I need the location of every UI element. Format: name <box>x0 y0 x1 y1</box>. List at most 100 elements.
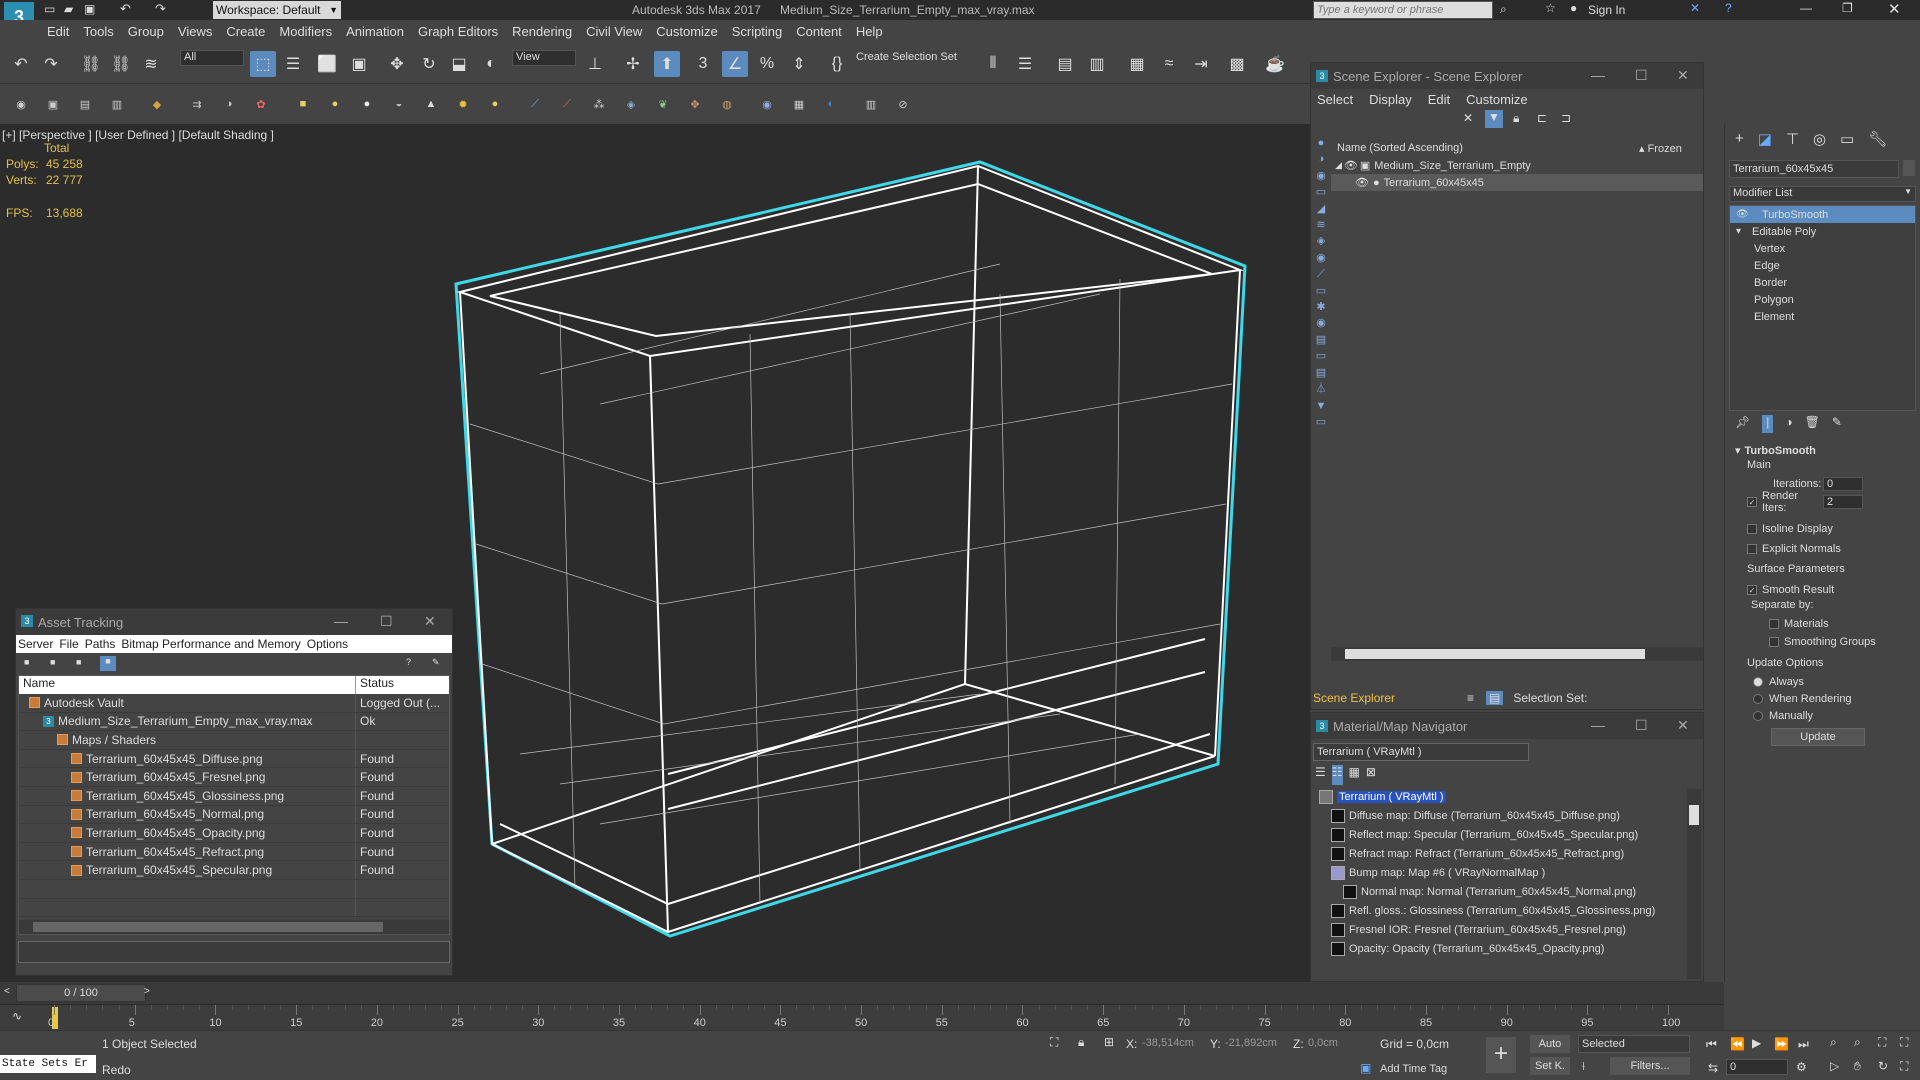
smooth-result-checkbox[interactable]: ✓ <box>1747 585 1757 595</box>
material-item[interactable]: Refract map: Refract (Terrarium_60x45x45… <box>1313 844 1701 863</box>
large-icons-view-icon[interactable]: ⊠ <box>1366 765 1376 785</box>
scrollbar-thumb[interactable] <box>1345 649 1645 659</box>
column-frozen-header[interactable]: ▴ Frozen <box>1639 142 1682 155</box>
modifier-item[interactable]: Element <box>1730 308 1915 325</box>
pivot-icon[interactable]: ⊥ <box>582 51 608 77</box>
percent-snap-icon[interactable]: % <box>754 51 780 77</box>
table-row[interactable]: Terrarium_60x45x45_Glossiness.png Found <box>19 786 449 806</box>
workspace-dropdown[interactable]: Workspace: Default ▼ <box>213 1 341 19</box>
minimize-button[interactable]: — <box>334 613 348 629</box>
menu-display[interactable]: Display <box>1369 92 1412 107</box>
light-icon[interactable]: ✹ <box>454 95 472 113</box>
table-row[interactable]: Maps / Shaders <box>19 731 449 750</box>
maximize-button[interactable]: ☐ <box>1635 67 1648 84</box>
isolate-icon[interactable]: ⛶ <box>1050 1035 1058 1050</box>
list-icons-view-icon[interactable]: ☷ <box>1331 765 1343 785</box>
always-radio[interactable] <box>1753 676 1763 687</box>
tool-icon-19[interactable]: ▥ <box>862 95 880 113</box>
set-key-big-button[interactable]: + <box>1486 1037 1516 1073</box>
horizontal-scrollbar[interactable] <box>1331 647 1703 661</box>
key-mode-toggle-icon[interactable]: ⇆ <box>1708 1061 1718 1075</box>
table-row[interactable]: Terrarium_60x45x45_Diffuse.png Found <box>19 749 449 769</box>
exchange-icon[interactable]: ✕ <box>1690 1 1700 15</box>
menu-help[interactable]: Help <box>849 20 890 43</box>
menu-edit[interactable]: Edit <box>40 20 76 43</box>
update-button[interactable]: Update <box>1771 728 1865 746</box>
refresh-icon[interactable]: ■ <box>76 657 81 667</box>
keyboard-shortcut-icon[interactable]: ⬆ <box>654 51 680 77</box>
pan-icon[interactable]: ✋︎ <box>1854 1059 1861 1074</box>
filter-icons-column[interactable]: ● ◑ ◉ ▭ ◢ ≋ ◈ ◉ ⟋ ▭ ✱ ◉ ▤ ▭ ▤ ⏃ ▼ ▭ <box>1311 135 1331 430</box>
menu-rendering[interactable]: Rendering <box>505 20 579 43</box>
when-rendering-radio[interactable] <box>1753 693 1763 704</box>
clear-filter-icon[interactable]: ✕ <box>1463 111 1473 125</box>
key-mode-icon[interactable]: ⟊ <box>1582 1059 1585 1074</box>
tool-icon-7[interactable]: ◑ <box>220 95 238 113</box>
utilities-tab-icon[interactable]: 🔧︎ <box>1868 130 1887 154</box>
tool-icon-17[interactable]: ▦ <box>790 95 808 113</box>
angle-snap-icon[interactable]: ∠ <box>722 51 748 77</box>
tool-icon-11[interactable]: ⁂ <box>590 95 608 113</box>
asset-tracking-titlebar[interactable]: 3 Asset Tracking — ☐ ✕ <box>16 609 452 635</box>
tool-icon-5[interactable]: ◆ <box>148 95 166 113</box>
tool-icon-12[interactable]: ◈ <box>622 95 640 113</box>
modifier-list-dropdown[interactable]: Modifier List ▼ <box>1729 186 1916 202</box>
move-icon[interactable]: ✥ <box>384 51 410 77</box>
tool-icon-13[interactable]: ❦ <box>654 95 672 113</box>
maximize-button[interactable]: ☐ <box>1635 717 1648 734</box>
render-iters-spinner[interactable]: 2 <box>1823 495 1863 509</box>
tool-icon-10[interactable]: ⟋ <box>558 95 576 113</box>
motion-tab-icon[interactable]: ◎ <box>1813 130 1826 154</box>
menu-customize[interactable]: Customize <box>649 20 724 43</box>
modifier-item[interactable]: ▾ Editable Poly <box>1730 223 1915 240</box>
auto-key-button[interactable]: Auto <box>1530 1035 1570 1053</box>
smoothing-groups-checkbox[interactable] <box>1769 637 1779 647</box>
menu-file[interactable]: File <box>59 637 78 651</box>
window-crossing-icon[interactable]: ▣ <box>346 51 372 77</box>
restore-button[interactable]: ❐ <box>1842 1 1853 15</box>
star-icon[interactable]: ☆ <box>1545 1 1556 15</box>
play-icon[interactable]: ▶ <box>1752 1036 1761 1050</box>
y-coord-field[interactable]: -21,892cm <box>1225 1037 1277 1049</box>
cone-icon[interactable]: ▲ <box>422 95 440 113</box>
maximize-button[interactable]: ☐ <box>380 613 393 630</box>
render-setup-icon[interactable]: ▩ <box>1224 51 1250 77</box>
maxscript-listener[interactable]: State Sets Er <box>0 1055 96 1073</box>
filters-button[interactable]: Filters... <box>1610 1057 1690 1075</box>
help-icon[interactable]: ? <box>1725 1 1732 15</box>
horizontal-scrollbar[interactable] <box>19 920 449 934</box>
selection-lock-icon[interactable]: 🔒︎ <box>1078 1035 1084 1050</box>
select-by-name-icon[interactable]: ☰ <box>280 51 306 77</box>
column-name-header[interactable]: Name <box>19 676 356 694</box>
menu-select[interactable]: Select <box>1317 92 1353 107</box>
make-unique-icon[interactable]: ◑ <box>1785 415 1792 433</box>
x-coord-field[interactable]: -38,514cm <box>1142 1037 1194 1049</box>
menu-edit[interactable]: Edit <box>1428 92 1450 107</box>
tool-icon-1[interactable]: ◉ <box>12 95 30 113</box>
eye-icon[interactable]: 👁︎ <box>1355 176 1369 189</box>
next-key-icon[interactable]: ⏩ <box>1774 1037 1789 1051</box>
menu-server[interactable]: Server <box>18 637 53 651</box>
minimize-button[interactable]: — <box>1591 67 1605 83</box>
zoom-extents-icon[interactable]: ⛶ <box>1878 1035 1886 1050</box>
prev-key-icon[interactable]: ⏪ <box>1730 1037 1745 1051</box>
eye-icon[interactable]: 👁︎ <box>1736 209 1752 220</box>
current-material-field[interactable]: Terrarium ( VRayMtl ) <box>1313 743 1529 761</box>
bind-spacewarp-icon[interactable]: ≋ <box>138 51 164 77</box>
explicit-normals-checkbox[interactable] <box>1747 544 1757 554</box>
prev-frame-icon[interactable]: < <box>4 986 10 997</box>
go-to-start-icon[interactable]: ⏮ <box>1706 1037 1717 1052</box>
box-icon[interactable]: ■ <box>294 95 312 113</box>
small-icons-view-icon[interactable]: ▦ <box>1349 765 1360 785</box>
object-color-swatch[interactable] <box>1903 160 1915 176</box>
isoline-checkbox[interactable] <box>1747 524 1757 534</box>
material-item-selected[interactable]: Terrarium ( VRayMtl ) <box>1313 787 1701 806</box>
render-iters-checkbox[interactable]: ✓ <box>1747 497 1757 507</box>
modifier-item[interactable]: Edge <box>1730 257 1915 274</box>
scrollbar-thumb[interactable] <box>1689 805 1699 825</box>
tool-icon-2[interactable]: ▣ <box>44 95 62 113</box>
material-item[interactable]: Normal map: Normal (Terrarium_60x45x45_N… <box>1313 882 1701 901</box>
time-slider-thumb[interactable]: 0 / 100 <box>16 984 146 1002</box>
user-icon[interactable]: ● <box>1570 1 1577 15</box>
next-frame-icon[interactable]: > <box>144 986 150 997</box>
